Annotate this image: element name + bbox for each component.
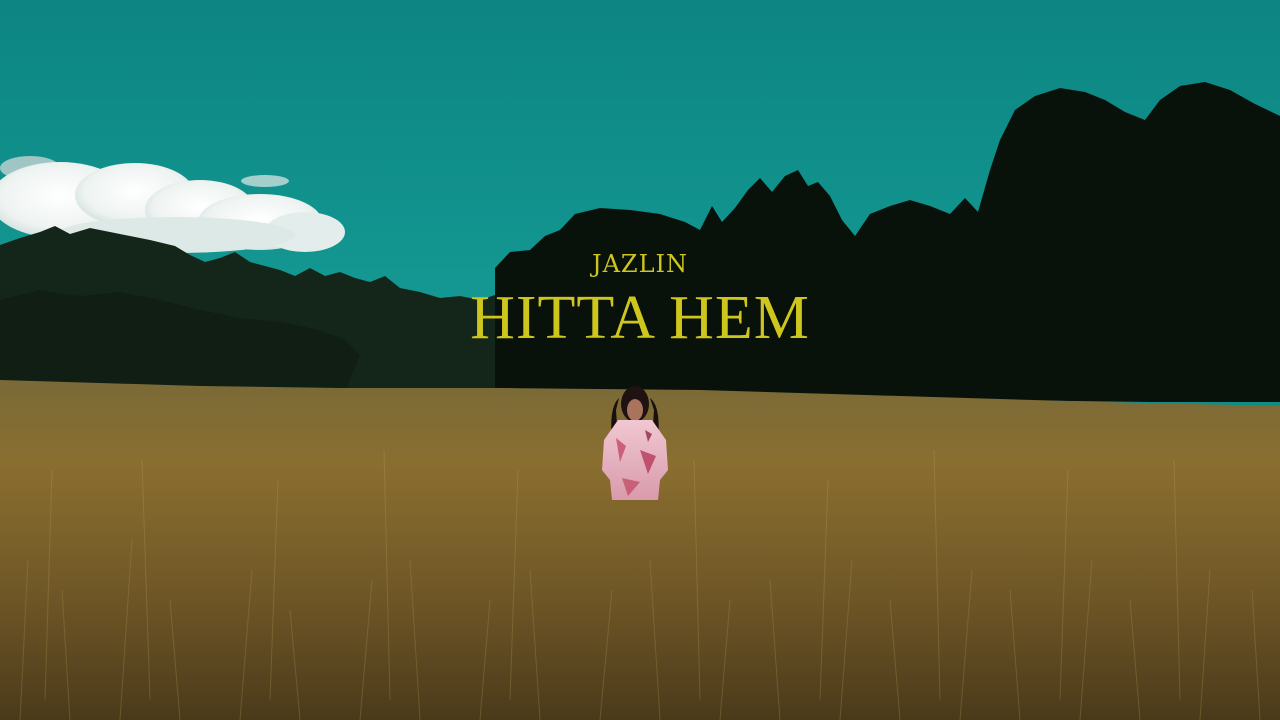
field-scene	[0, 0, 1280, 720]
dress	[602, 420, 668, 500]
video-frame: JAZLIN HITTA HEM	[0, 0, 1280, 720]
